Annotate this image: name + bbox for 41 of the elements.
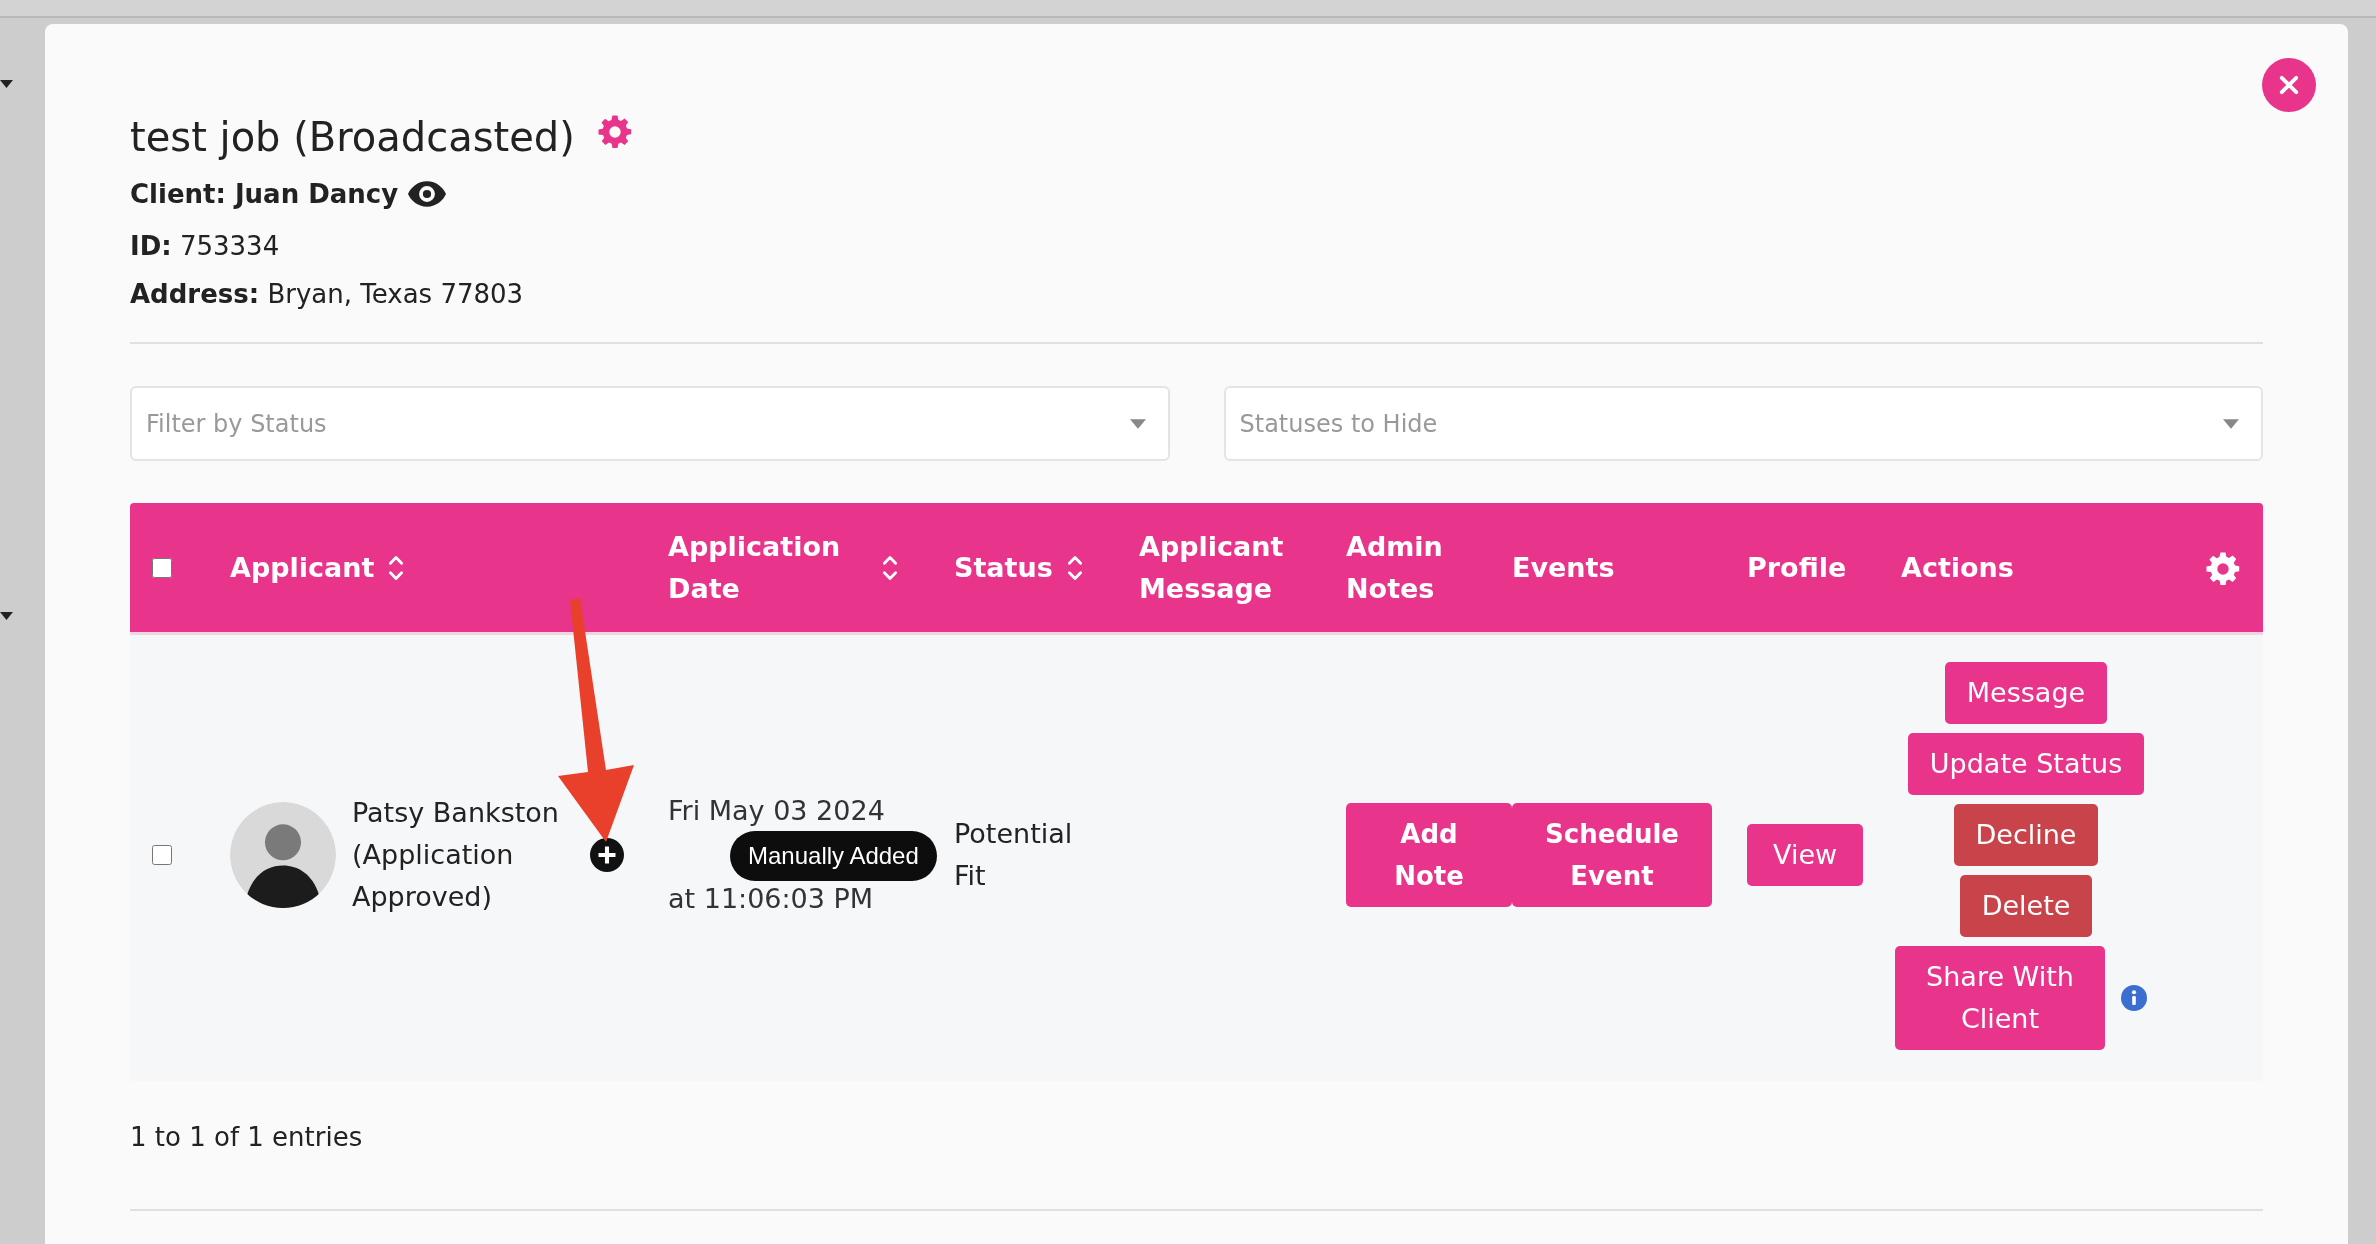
status-select[interactable]: Filter by Status [130, 386, 1170, 461]
action-button[interactable]: Update Status [1907, 733, 2145, 795]
caret-icon[interactable] [0, 612, 13, 620]
settings-icon[interactable] [596, 114, 633, 150]
column-header[interactable]: Application Date [668, 525, 868, 610]
column-header[interactable]: Applicant [230, 546, 375, 589]
row-checkbox[interactable] [152, 845, 172, 865]
caret-icon [1129, 418, 1146, 429]
column-header[interactable]: Profile [1747, 546, 1847, 589]
view-button[interactable]: View [1747, 824, 1864, 886]
status-select[interactable]: Statuses to Hide [1223, 386, 2263, 461]
caret-icon [2223, 418, 2239, 429]
client-name: Client: Juan Dancy [130, 179, 399, 209]
schedule-event-button[interactable]: Schedule Event [1512, 803, 1712, 907]
select-all-checkbox[interactable] [152, 557, 172, 578]
plus-icon[interactable] [590, 838, 624, 872]
close-icon [2277, 73, 2301, 97]
applicant-name[interactable]: Patsy Bankston (Application Approved) [352, 792, 582, 918]
eye-icon[interactable] [408, 181, 447, 207]
column-header[interactable]: Events [1512, 546, 1615, 589]
column-header[interactable]: Applicant Message [1139, 525, 1339, 610]
close-button[interactable] [2262, 58, 2316, 112]
status-text: Potential Fit [954, 817, 1074, 893]
tooltip: Manually Added [730, 831, 937, 881]
add-note-button[interactable]: Add Note [1346, 803, 1512, 907]
application-time: at 11:06:03 PM [668, 882, 874, 916]
action-button[interactable]: Delete [1959, 875, 2093, 937]
column-header[interactable]: Status [954, 546, 1053, 589]
job-id: ID: 753334 [130, 230, 281, 263]
application-date: Fri May 03 2024 [668, 794, 885, 828]
action-button[interactable]: Decline [1953, 804, 2099, 866]
column-header[interactable]: Admin Notes [1346, 525, 1512, 610]
action-button[interactable]: Share With Client [1895, 946, 2105, 1050]
column-header[interactable]: Actions [1901, 546, 2014, 589]
job-address: Address: Bryan, Texas 77803 [130, 278, 525, 311]
entries-count: 1 to 1 of 1 entries [130, 1121, 364, 1154]
action-button[interactable]: Message [1944, 662, 2108, 724]
caret-icon[interactable] [0, 80, 13, 88]
settings-icon[interactable] [2205, 551, 2241, 587]
modal-title: test job (Broadcasted) [130, 113, 575, 162]
info-icon[interactable] [2121, 985, 2147, 1011]
